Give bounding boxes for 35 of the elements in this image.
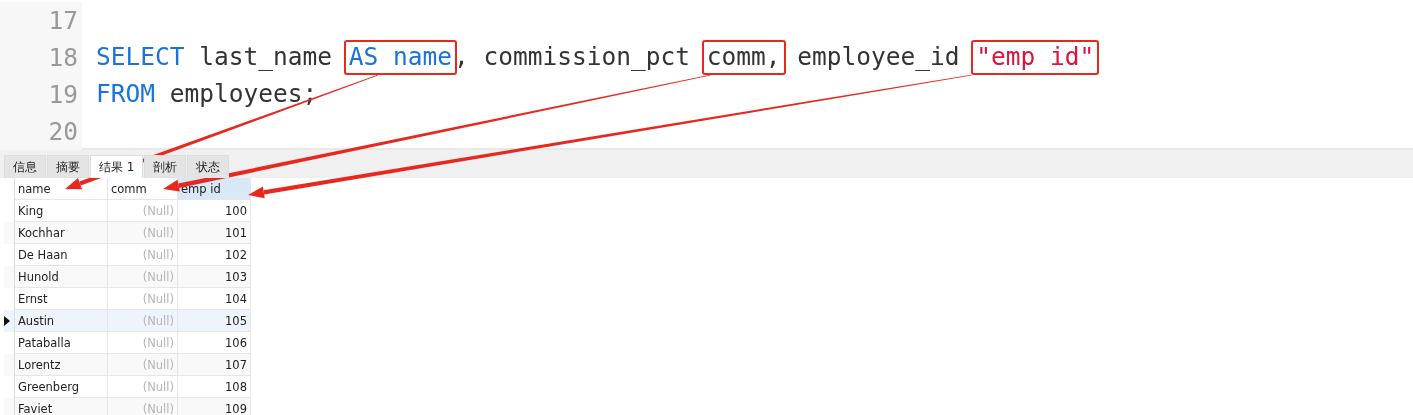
table-cell: 101 bbox=[178, 222, 251, 244]
table-cell: Austin bbox=[15, 310, 108, 332]
column-header[interactable]: comm bbox=[108, 178, 178, 200]
tab[interactable]: 摘要 bbox=[47, 155, 89, 178]
table-cell: Hunold bbox=[15, 266, 108, 288]
table-cell: (Null) bbox=[108, 266, 178, 288]
tab[interactable]: 结果 1 bbox=[90, 155, 144, 178]
code-token: last_name bbox=[198, 42, 334, 72]
table-cell: (Null) bbox=[108, 222, 178, 244]
table-cell: (Null) bbox=[108, 354, 178, 376]
current-row-icon bbox=[4, 316, 10, 326]
code-token: employee_id bbox=[796, 42, 961, 72]
table-cell: (Null) bbox=[108, 310, 178, 332]
tab[interactable]: 剖析 bbox=[144, 155, 187, 178]
table-cell: 109 bbox=[178, 398, 251, 415]
table-cell: Faviet bbox=[15, 398, 108, 415]
column-header[interactable]: name bbox=[15, 178, 108, 200]
table-cell: (Null) bbox=[108, 398, 178, 415]
highlighted-code: "emp id" bbox=[971, 40, 1100, 76]
table-cell: 107 bbox=[178, 354, 251, 376]
code-token: FROM bbox=[96, 79, 155, 109]
line-number: 18 bbox=[0, 39, 82, 76]
table-cell: 103 bbox=[178, 266, 251, 288]
table-cell: Kochhar bbox=[15, 222, 108, 244]
tab[interactable]: 信息 bbox=[4, 155, 46, 178]
code-token: SELECT bbox=[96, 42, 185, 72]
code-token: employees; bbox=[168, 79, 318, 109]
tab[interactable]: 状态 bbox=[187, 155, 230, 178]
line-number: 17 bbox=[0, 2, 82, 39]
table-cell: 105 bbox=[178, 310, 251, 332]
line-number: 19 bbox=[0, 76, 82, 113]
highlighted-code: comm, bbox=[701, 40, 786, 76]
highlighted-code: AS name bbox=[343, 40, 458, 76]
line-number: 20 bbox=[0, 113, 82, 150]
table-cell: Lorentz bbox=[15, 354, 108, 376]
